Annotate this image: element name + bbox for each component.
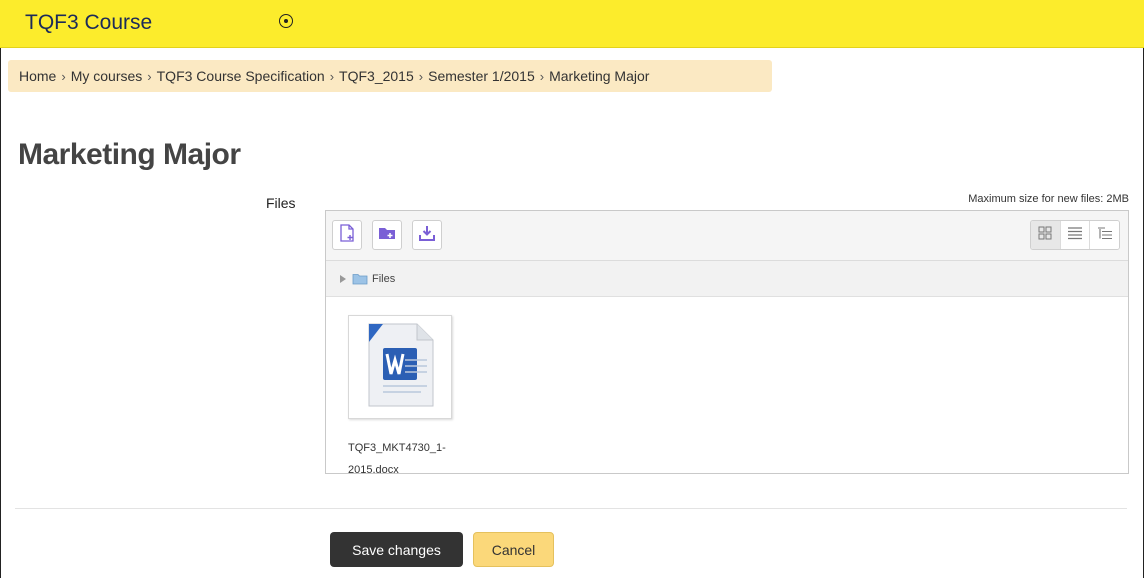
files-field-label: Files	[266, 195, 296, 211]
create-folder-icon	[378, 225, 396, 246]
view-icons-button[interactable]	[1031, 221, 1061, 249]
max-size-note: Maximum size for new files: 2MB	[968, 193, 1129, 205]
expand-arrow-icon[interactable]	[340, 274, 346, 283]
save-changes-button[interactable]: Save changes	[330, 532, 463, 567]
download-all-button[interactable]	[412, 220, 442, 250]
chevron-right-icon: ›	[418, 68, 424, 84]
word-document-icon	[361, 320, 439, 415]
menu-toggle-icon[interactable]	[279, 14, 293, 28]
view-details-icon	[1067, 226, 1083, 245]
page-title: Marketing Major	[18, 138, 241, 171]
view-mode-switcher	[1030, 220, 1120, 250]
breadcrumb-my-courses[interactable]: My courses	[71, 68, 143, 84]
breadcrumb-semester[interactable]: Semester 1/2015	[428, 68, 535, 84]
add-file-icon	[339, 223, 355, 247]
view-tree-button[interactable]	[1090, 221, 1119, 249]
site-title[interactable]: TQF3 Course	[25, 11, 152, 35]
path-folder-label[interactable]: Files	[372, 273, 395, 285]
file-manager: Files TQF3_MKT4730_1-2015.docx	[325, 210, 1129, 474]
view-tree-icon	[1097, 226, 1113, 245]
download-all-icon	[418, 224, 436, 247]
breadcrumb-tqf3-2015[interactable]: TQF3_2015	[339, 68, 414, 84]
breadcrumb-home[interactable]: Home	[19, 68, 56, 84]
chevron-right-icon: ›	[61, 68, 66, 84]
cancel-button[interactable]: Cancel	[473, 532, 554, 567]
top-header: TQF3 Course	[0, 0, 1144, 48]
file-thumbnail[interactable]	[348, 315, 452, 419]
form-divider	[15, 508, 1127, 509]
folder-icon	[352, 273, 368, 285]
view-details-button[interactable]	[1060, 221, 1091, 249]
add-file-button[interactable]	[332, 220, 362, 250]
file-name-label[interactable]: TQF3_MKT4730_1-2015.docx	[348, 437, 468, 473]
chevron-right-icon: ›	[329, 68, 335, 84]
view-icons-icon	[1038, 226, 1052, 245]
breadcrumb: Home › My courses › TQF3 Course Specific…	[8, 60, 772, 92]
breadcrumb-course-specification[interactable]: TQF3 Course Specification	[157, 68, 325, 84]
file-item[interactable]: TQF3_MKT4730_1-2015.docx	[348, 315, 452, 473]
breadcrumb-current[interactable]: Marketing Major	[549, 68, 649, 84]
chevron-right-icon: ›	[539, 68, 545, 84]
create-folder-button[interactable]	[372, 220, 402, 250]
file-manager-toolbar	[326, 211, 1128, 261]
chevron-right-icon: ›	[147, 68, 152, 84]
file-manager-path: Files	[326, 261, 1128, 297]
